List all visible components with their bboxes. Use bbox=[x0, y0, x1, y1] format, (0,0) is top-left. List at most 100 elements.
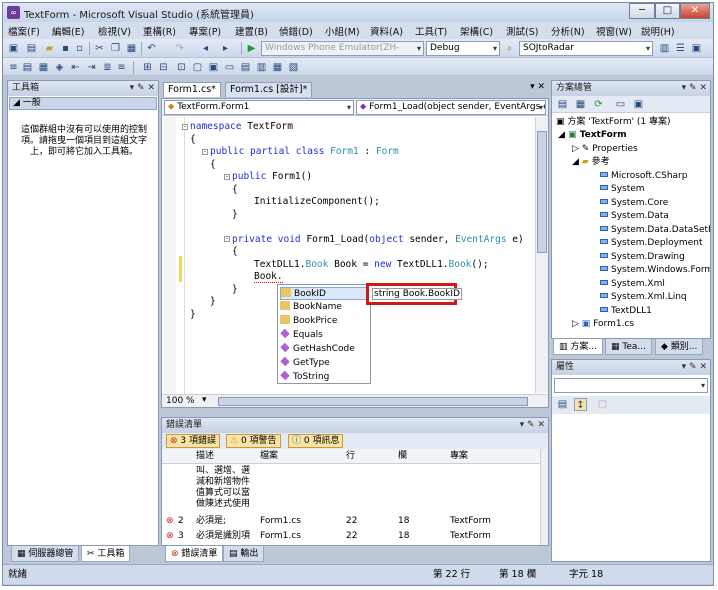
tree-reference[interactable]: TextDLL1 bbox=[600, 305, 652, 318]
view-code-icon[interactable]: ▭ bbox=[614, 98, 627, 111]
clear-bookmarks-icon[interactable]: ▭ bbox=[223, 61, 236, 74]
configuration-dropdown[interactable]: Debug ▾ bbox=[426, 41, 500, 56]
tab-toolbox[interactable]: ✂ 工具箱 bbox=[81, 546, 131, 562]
table-row[interactable]: ⊗ 2 必須是; Form1.cs 22 18 TextForm bbox=[162, 514, 540, 529]
vertical-scrollbar[interactable] bbox=[535, 117, 548, 393]
save-all-icon[interactable]: ▫ bbox=[73, 42, 86, 55]
layout-icon[interactable]: ▤ bbox=[239, 61, 252, 74]
tab-solution-explorer[interactable]: ▥ 方案... bbox=[553, 339, 603, 355]
copy-icon[interactable]: ❐ bbox=[109, 42, 122, 55]
new-project-icon[interactable]: ▣ bbox=[7, 42, 20, 55]
intellisense-item[interactable]: Equals bbox=[280, 328, 323, 342]
tree-reference[interactable]: Microsoft.CSharp bbox=[600, 170, 687, 183]
navigate-forward-icon[interactable]: ▸ bbox=[219, 42, 232, 55]
intellisense-list[interactable]: BookID BookName BookPrice Equals GetHash… bbox=[277, 284, 371, 384]
refresh-icon[interactable]: ⟳ bbox=[592, 98, 605, 111]
object-browser-icon[interactable]: ▣ bbox=[690, 42, 703, 55]
collapse-toggle[interactable]: - bbox=[224, 174, 230, 180]
tree-reference[interactable]: System.Windows.Forms bbox=[600, 264, 710, 277]
column-column[interactable]: 欄 bbox=[398, 449, 407, 464]
intellisense-item[interactable]: ToString bbox=[280, 370, 329, 384]
chevron-down-icon[interactable]: ▾ bbox=[202, 395, 207, 405]
panel-pin-icon[interactable]: ▾ ✎ ✕ bbox=[520, 418, 545, 433]
quick-info-icon[interactable]: ▦ bbox=[37, 61, 50, 74]
alphabetical-icon[interactable]: ↕ bbox=[574, 398, 587, 411]
find-combo[interactable]: SOJtoRadar ▾ bbox=[519, 41, 653, 56]
tree-references[interactable]: ◢ ▰ 參考 bbox=[572, 156, 610, 169]
tree-project[interactable]: ◢ ▣ TextForm bbox=[558, 129, 627, 142]
tab-form1-designer[interactable]: Form1.cs [設計]* bbox=[225, 82, 313, 97]
column-line[interactable]: 行 bbox=[346, 449, 355, 464]
properties-object-dropdown[interactable]: ▾ bbox=[554, 378, 708, 393]
parameter-info-icon[interactable]: ▤ bbox=[21, 61, 34, 74]
tree-properties[interactable]: ▷ ✎ Properties bbox=[572, 143, 638, 156]
complete-word-icon[interactable]: ◈ bbox=[53, 61, 66, 74]
menu-edit[interactable]: 編輯(E) bbox=[52, 24, 84, 38]
menu-architecture[interactable]: 架構(C) bbox=[460, 24, 493, 38]
tree-reference[interactable]: System.Data bbox=[600, 210, 669, 223]
list-members-icon[interactable]: ≡ bbox=[7, 61, 20, 74]
column-project[interactable]: 專案 bbox=[450, 449, 468, 464]
table-row[interactable]: ⊗ 3 必須是識別項 Form1.cs 22 18 TextForm bbox=[162, 529, 540, 544]
menu-view[interactable]: 檢視(V) bbox=[98, 24, 131, 38]
prev-bookmark-icon[interactable]: ⊟ bbox=[157, 61, 170, 74]
tab-error-list[interactable]: ⊗ 錯誤清單 bbox=[165, 546, 224, 562]
collapse-toggle[interactable]: - bbox=[224, 236, 230, 242]
properties-window-icon[interactable]: ☰ bbox=[674, 42, 687, 55]
tree-solution[interactable]: ▣ 方案 'TextForm' (1 專案) bbox=[556, 116, 671, 129]
tree-reference[interactable]: System.Drawing bbox=[600, 251, 685, 264]
maximize-button[interactable]: □ bbox=[655, 3, 680, 19]
collapse-toggle[interactable]: - bbox=[182, 124, 188, 130]
messages-filter-button[interactable]: ⓘ 0 項訊息 bbox=[288, 434, 344, 448]
tab-output[interactable]: ▤ 輸出 bbox=[223, 546, 265, 562]
scrollbar-thumb[interactable] bbox=[537, 131, 547, 253]
outdent-icon[interactable]: ⇤ bbox=[69, 61, 82, 74]
size-icon[interactable]: ▧ bbox=[287, 61, 300, 74]
view-designer-icon[interactable]: ▣ bbox=[632, 98, 645, 111]
intellisense-item[interactable]: GetType bbox=[280, 356, 330, 370]
property-pages-icon[interactable]: ▢ bbox=[596, 398, 609, 411]
menu-data[interactable]: 資料(A) bbox=[370, 24, 403, 38]
tab-form1-cs[interactable]: Form1.cs* bbox=[163, 82, 221, 97]
tab-class-view[interactable]: ◆ 類別... bbox=[655, 339, 704, 355]
tree-reference[interactable]: System.Xml bbox=[600, 278, 665, 291]
intellisense-item[interactable]: GetHashCode bbox=[280, 342, 355, 356]
save-icon[interactable]: ▪ bbox=[59, 42, 72, 55]
tree-form-file[interactable]: ▷ ▣ Form1.cs bbox=[572, 318, 634, 331]
next-bookmark-folder-icon[interactable]: ▣ bbox=[207, 61, 220, 74]
column-file[interactable]: 檔案 bbox=[260, 449, 278, 464]
menu-test[interactable]: 測試(S) bbox=[506, 24, 538, 38]
panel-pin-icon[interactable]: ▾ ✎ ✕ bbox=[682, 360, 707, 375]
categorized-icon[interactable]: ▤ bbox=[556, 398, 569, 411]
close-document-icon[interactable]: ▾ ✕ bbox=[530, 82, 545, 92]
tree-reference[interactable]: System.Core bbox=[600, 197, 668, 210]
add-item-icon[interactable]: ▤ bbox=[25, 42, 38, 55]
menu-help[interactable]: 說明(H) bbox=[641, 24, 675, 38]
find-in-files-icon[interactable]: ⌕ bbox=[503, 42, 516, 55]
column-description[interactable]: 描述 bbox=[196, 449, 214, 464]
tree-reference[interactable]: System.Deployment bbox=[600, 237, 702, 250]
align-icon[interactable]: ▥ bbox=[255, 61, 268, 74]
tree-reference[interactable]: System.Xml.Linq bbox=[600, 291, 687, 304]
comment-icon[interactable]: ≣ bbox=[101, 61, 114, 74]
cut-icon[interactable]: ✂ bbox=[93, 42, 106, 55]
error-list-scrollbar[interactable] bbox=[540, 449, 548, 545]
solution-explorer-icon[interactable]: ▥ bbox=[658, 42, 671, 55]
menu-debug[interactable]: 偵錯(D) bbox=[279, 24, 313, 38]
errors-filter-button[interactable]: ⊗ 3 項錯誤 bbox=[166, 434, 220, 448]
tab-server-explorer[interactable]: ▦ 伺服器總管 bbox=[11, 546, 80, 562]
uncomment-icon[interactable]: ≡ bbox=[115, 61, 128, 74]
collapse-toggle[interactable]: - bbox=[202, 149, 208, 155]
horizontal-scrollbar[interactable] bbox=[218, 397, 528, 406]
indent-icon[interactable]: ⇥ bbox=[85, 61, 98, 74]
tree-reference[interactable]: System bbox=[600, 183, 645, 196]
properties-icon[interactable]: ▤ bbox=[556, 98, 569, 111]
member-dropdown[interactable]: ⬥ Form1_Load(object sender, EventArgs e)… bbox=[356, 100, 546, 115]
menu-tools[interactable]: 工具(T) bbox=[415, 24, 447, 38]
platform-dropdown[interactable]: Windows Phone Emulator(ZH- ▾ bbox=[261, 41, 424, 56]
menu-project[interactable]: 專案(P) bbox=[189, 24, 221, 38]
paste-icon[interactable]: ▦ bbox=[125, 42, 138, 55]
start-debugging-icon[interactable]: ▶ bbox=[245, 42, 258, 55]
tab-team-explorer[interactable]: ▦ Tea... bbox=[605, 339, 652, 355]
next-bookmark-icon[interactable]: ⊡ bbox=[175, 61, 188, 74]
